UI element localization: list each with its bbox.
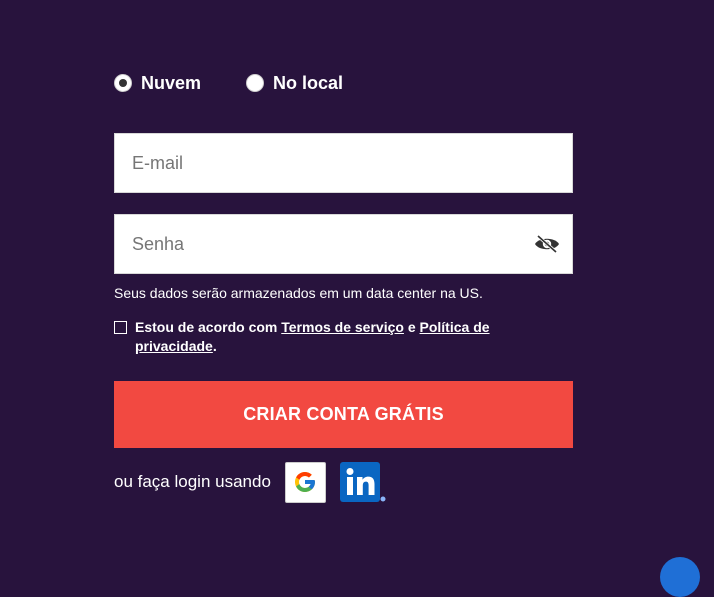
social-login: ou faça login usando <box>114 461 386 503</box>
radio-option-on-premise[interactable]: No local <box>246 73 343 94</box>
deployment-options: Nuvem No local <box>114 70 343 96</box>
terms-prefix: Estou de acordo com <box>135 319 282 335</box>
terms-text: Estou de acordo com Termos de serviço e … <box>135 318 534 356</box>
chat-widget-button[interactable] <box>660 557 700 597</box>
radio-on-premise-label: No local <box>273 72 344 93</box>
create-free-account-button[interactable]: CRIAR CONTA GRÁTIS <box>114 381 573 448</box>
social-login-label: ou faça login usando <box>114 472 271 491</box>
radio-option-cloud[interactable]: Nuvem <box>114 73 201 94</box>
eye-slash-icon[interactable] <box>533 234 561 254</box>
google-login-button[interactable] <box>284 461 326 503</box>
radio-on-premise[interactable] <box>246 74 265 92</box>
linkedin-login-button[interactable] <box>339 461 386 503</box>
terms-of-service-link[interactable]: Termos de serviço <box>281 319 404 335</box>
password-field-container <box>114 214 573 274</box>
terms-agreement: Estou de acordo com Termos de serviço e … <box>114 318 534 356</box>
linkedin-icon <box>339 461 386 502</box>
storage-note: Seus dados serão armazenados em um data … <box>114 285 483 301</box>
email-field[interactable] <box>115 134 572 192</box>
google-icon <box>295 472 316 492</box>
email-field-container <box>114 133 573 193</box>
radio-cloud-label: Nuvem <box>141 72 202 93</box>
terms-checkbox[interactable] <box>114 321 127 334</box>
terms-connector: e <box>403 319 420 335</box>
password-field[interactable] <box>115 215 572 273</box>
radio-cloud[interactable] <box>114 74 132 92</box>
terms-suffix: . <box>212 338 217 354</box>
